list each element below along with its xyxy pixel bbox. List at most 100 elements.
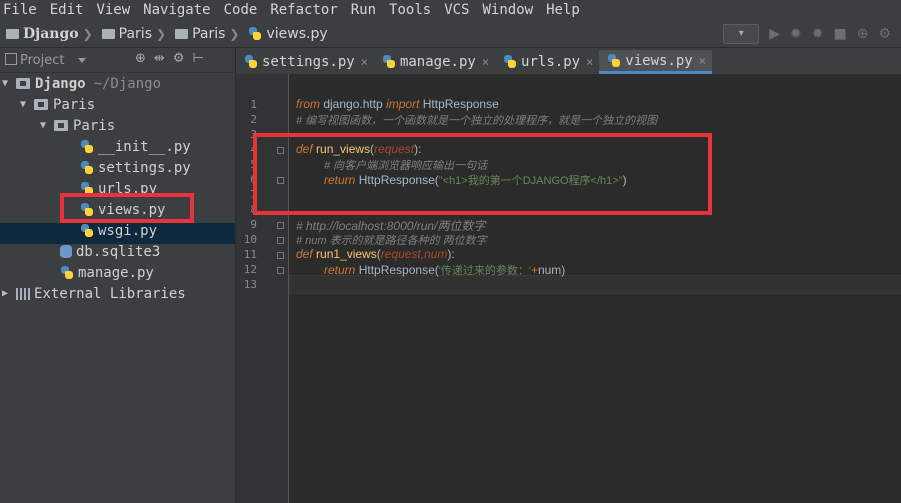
close-icon[interactable]: × (482, 55, 489, 69)
locate-target-icon[interactable]: ⊕ (135, 51, 146, 66)
import-name: HttpResponse (419, 97, 499, 111)
line-number: 11 (243, 248, 257, 261)
project-panel-toolbar: ⊕ ⇹ ⚙ ⊢ (135, 51, 204, 66)
menu-bar: File Edit View Navigate Code Refactor Ru… (0, 0, 901, 20)
breadcrumb-paris-inner[interactable]: Paris ❯ (175, 26, 242, 42)
breadcrumb-label: Paris (118, 25, 152, 42)
tab-settings[interactable]: settings.py × (236, 50, 374, 74)
library-icon (16, 287, 30, 300)
menu-edit[interactable]: Edit (50, 2, 84, 18)
tab-label: settings.py (262, 54, 355, 70)
sync-icon[interactable]: ⊕ (857, 26, 869, 42)
code-line-12: return HttpResponse('传递过来的参数：'+num) (324, 262, 565, 278)
tree-label: Paris (53, 96, 96, 113)
breadcrumb-django[interactable]: Django ❯ (6, 26, 96, 42)
menu-help[interactable]: Help (546, 2, 580, 18)
expanded-arrow-icon: ▼ (2, 78, 9, 89)
folder-icon (54, 120, 68, 131)
python-file-icon (244, 55, 258, 69)
chevron-right-icon: ❯ (156, 26, 167, 41)
coverage-icon[interactable]: ✹ (812, 26, 824, 42)
python-file-icon (80, 139, 94, 154)
tree-node-paris-inner[interactable]: ▼ Paris (40, 115, 115, 136)
code-line-2-comment: # 编写视图函数，一个函数就是一个独立的处理程序，就是一个独立的视图 (296, 115, 658, 127)
keyword: def (296, 247, 313, 261)
tree-node-settings[interactable]: settings.py (80, 157, 191, 178)
menu-navigate[interactable]: Navigate (143, 2, 210, 18)
tree-label: settings.py (98, 159, 191, 176)
stop-icon[interactable]: ■ (833, 26, 846, 42)
close-icon[interactable]: × (586, 55, 593, 69)
breadcrumb-label: Paris (192, 25, 226, 42)
navigation-bar: Django ❯ Paris ❯ Paris ❯ views.py ▾ ▶ ✹ … (0, 20, 901, 48)
collapsed-arrow-icon: ▶ (2, 288, 9, 299)
tree-node-wsgi[interactable]: wsgi.py (80, 220, 157, 241)
python-file-icon (607, 53, 621, 68)
tree-label: __init__.py (98, 138, 191, 155)
menu-window[interactable]: Window (483, 2, 534, 18)
close-icon[interactable]: × (699, 54, 706, 68)
python-file-icon (248, 26, 262, 41)
menu-file[interactable]: File (3, 2, 37, 18)
line-number: 2 (250, 113, 257, 126)
folder-icon (34, 99, 48, 110)
fold-minus-icon[interactable] (277, 222, 284, 229)
tree-node-init[interactable]: __init__.py (80, 136, 191, 157)
tree-node-paris[interactable]: ▼ Paris (20, 94, 95, 115)
breadcrumb-views[interactable]: views.py (248, 26, 328, 42)
menu-view[interactable]: View (96, 2, 130, 18)
tree-label: External Libraries (34, 285, 186, 302)
project-panel: Project ⊕ ⇹ ⚙ ⊢ ▼ Django ~/Django ▼ Pari… (0, 48, 236, 503)
chevron-right-icon: ❯ (229, 26, 240, 41)
project-panel-title[interactable]: Project (20, 53, 64, 68)
code-line-10-comment: # num 表示的就是路径各种的 两位数字 (296, 235, 487, 247)
breadcrumb-paris[interactable]: Paris ❯ (101, 25, 169, 42)
tree-label: manage.py (78, 264, 154, 281)
project-view-icon[interactable] (5, 53, 17, 65)
keyword: import (386, 97, 420, 111)
menu-vcs[interactable]: VCS (444, 2, 469, 18)
run-config-dropdown[interactable]: ▾ (723, 24, 760, 44)
tree-label: wsgi.py (98, 222, 158, 239)
tree-node-external-libraries[interactable]: ▶ External Libraries (2, 283, 186, 304)
debug-icon[interactable]: ✹ (790, 26, 802, 42)
tree-label: db.sqlite3 (76, 243, 161, 260)
function-call: HttpResponse( (355, 263, 439, 277)
tree-node-db[interactable]: db.sqlite3 (60, 241, 160, 262)
fold-end-icon[interactable] (277, 267, 284, 274)
tab-urls[interactable]: urls.py × (495, 50, 599, 74)
keyword: return (324, 263, 356, 277)
code-line-1: from django.http import HttpResponse (296, 97, 499, 111)
annotation-box-views-file (60, 193, 194, 223)
menu-code[interactable]: Code (224, 2, 258, 18)
chevron-down-icon[interactable] (78, 58, 86, 63)
tree-node-manage[interactable]: manage.py (60, 262, 154, 283)
folder-icon (6, 28, 19, 39)
menu-run[interactable]: Run (351, 2, 376, 18)
settings-icon[interactable]: ⚙ (878, 26, 891, 42)
annotation-box-run-views (253, 133, 712, 215)
close-icon[interactable]: × (361, 55, 368, 69)
gear-icon[interactable]: ⚙ (173, 51, 185, 66)
code-line-11: def run1_views(request,num): (296, 247, 455, 261)
tree-label: Paris (73, 117, 116, 134)
line-number: 10 (243, 233, 257, 246)
database-icon (60, 245, 72, 258)
tab-manage[interactable]: manage.py × (374, 50, 495, 74)
module-name: django.http (320, 97, 387, 111)
collapse-icon[interactable]: ⊢ (192, 51, 203, 66)
folder-icon (175, 28, 189, 39)
folder-icon (16, 78, 30, 89)
keyword: from (296, 97, 320, 111)
split-icon[interactable]: ⇹ (154, 51, 165, 66)
fold-minus-icon[interactable] (277, 252, 284, 259)
line-number: 9 (250, 218, 257, 231)
tab-views[interactable]: views.py × (599, 50, 712, 74)
run-icon[interactable]: ▶ (769, 26, 780, 42)
fold-end-icon[interactable] (277, 237, 284, 244)
expanded-arrow-icon: ▼ (40, 120, 47, 131)
menu-tools[interactable]: Tools (389, 2, 431, 18)
tab-label: urls.py (521, 54, 581, 70)
menu-refactor[interactable]: Refactor (270, 2, 337, 18)
tree-node-django[interactable]: ▼ Django ~/Django (2, 73, 161, 94)
